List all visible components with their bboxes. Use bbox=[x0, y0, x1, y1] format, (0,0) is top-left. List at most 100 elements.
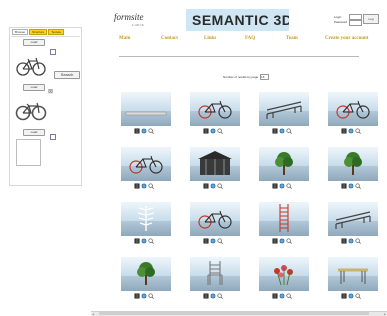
nav-faq[interactable]: FAQ bbox=[245, 36, 255, 41]
3d-view-icon[interactable] bbox=[203, 238, 209, 244]
nav-create-account[interactable]: Create your account bbox=[325, 36, 368, 41]
magnifier-icon[interactable] bbox=[355, 183, 361, 189]
magnifier-icon[interactable] bbox=[217, 293, 223, 299]
result-thumbnail[interactable] bbox=[121, 147, 171, 181]
load-button-2[interactable]: Load bbox=[23, 84, 45, 91]
result-thumbnail[interactable] bbox=[190, 92, 240, 126]
3d-view-icon[interactable] bbox=[134, 183, 140, 189]
magnifier-icon[interactable] bbox=[217, 183, 223, 189]
result-thumbnail[interactable] bbox=[328, 147, 378, 181]
close-icon[interactable]: ⊠ bbox=[48, 88, 53, 95]
result-item-bicycle[interactable] bbox=[190, 92, 240, 136]
nav-contact[interactable]: Contact bbox=[161, 36, 178, 41]
3d-view-icon[interactable] bbox=[272, 293, 278, 299]
globe-icon[interactable] bbox=[279, 128, 285, 134]
result-item-flowers[interactable] bbox=[259, 257, 309, 301]
magnifier-icon[interactable] bbox=[286, 238, 292, 244]
globe-icon[interactable] bbox=[279, 183, 285, 189]
result-thumbnail[interactable] bbox=[190, 147, 240, 181]
tab-browse[interactable]: Browse bbox=[12, 29, 29, 35]
globe-icon[interactable] bbox=[210, 293, 216, 299]
result-item-bicycle[interactable] bbox=[121, 147, 171, 191]
result-thumbnail[interactable] bbox=[328, 92, 378, 126]
globe-icon[interactable] bbox=[141, 128, 147, 134]
result-item-tree[interactable] bbox=[121, 257, 171, 301]
3d-view-icon[interactable] bbox=[341, 238, 347, 244]
result-item-fern[interactable] bbox=[121, 202, 171, 246]
magnifier-icon[interactable] bbox=[217, 238, 223, 244]
3d-view-icon[interactable] bbox=[134, 238, 140, 244]
3d-view-icon[interactable] bbox=[203, 293, 209, 299]
magnifier-icon[interactable] bbox=[286, 293, 292, 299]
3d-view-icon[interactable] bbox=[341, 293, 347, 299]
magnifier-icon[interactable] bbox=[286, 128, 292, 134]
select-checkbox-1[interactable] bbox=[50, 49, 56, 55]
result-thumbnail[interactable] bbox=[259, 92, 309, 126]
magnifier-icon[interactable] bbox=[148, 238, 154, 244]
nav-main[interactable]: Main bbox=[119, 36, 130, 41]
nav-team[interactable]: Team bbox=[286, 36, 298, 41]
result-item-table[interactable] bbox=[328, 257, 378, 301]
scroll-right-icon[interactable]: ▸ bbox=[383, 312, 387, 316]
3d-view-icon[interactable] bbox=[203, 128, 209, 134]
magnifier-icon[interactable] bbox=[286, 183, 292, 189]
result-thumbnail[interactable] bbox=[121, 202, 171, 236]
result-item-gazebo[interactable] bbox=[190, 147, 240, 191]
magnifier-icon[interactable] bbox=[355, 238, 361, 244]
3d-view-icon[interactable] bbox=[134, 293, 140, 299]
globe-icon[interactable] bbox=[348, 238, 354, 244]
result-thumbnail[interactable] bbox=[121, 92, 171, 126]
result-item-tree[interactable] bbox=[328, 147, 378, 191]
globe-icon[interactable] bbox=[210, 128, 216, 134]
nav-links[interactable]: Links bbox=[204, 36, 216, 41]
select-checkbox-3[interactable] bbox=[50, 134, 56, 140]
scroll-thumb[interactable] bbox=[99, 312, 369, 315]
3d-view-icon[interactable] bbox=[203, 183, 209, 189]
load-button-1[interactable]: Load bbox=[23, 39, 45, 46]
magnifier-icon[interactable] bbox=[355, 293, 361, 299]
search-button[interactable]: Search bbox=[54, 71, 80, 79]
3d-view-icon[interactable] bbox=[272, 238, 278, 244]
result-item-bench[interactable] bbox=[328, 202, 378, 246]
result-thumbnail[interactable] bbox=[328, 257, 378, 291]
result-item-chair[interactable] bbox=[190, 257, 240, 301]
result-thumbnail[interactable] bbox=[259, 202, 309, 236]
result-thumbnail[interactable] bbox=[259, 257, 309, 291]
site-logo[interactable]: formsite bbox=[114, 12, 144, 22]
login-button[interactable]: Log bbox=[363, 14, 379, 24]
globe-icon[interactable] bbox=[210, 238, 216, 244]
3d-view-icon[interactable] bbox=[341, 183, 347, 189]
globe-icon[interactable] bbox=[141, 293, 147, 299]
result-thumbnail[interactable] bbox=[190, 202, 240, 236]
result-item-bicycle[interactable] bbox=[328, 92, 378, 136]
result-item-board[interactable] bbox=[121, 92, 171, 136]
result-thumbnail[interactable] bbox=[121, 257, 171, 291]
result-item-tree[interactable] bbox=[259, 147, 309, 191]
password-input[interactable] bbox=[349, 20, 362, 26]
globe-icon[interactable] bbox=[348, 183, 354, 189]
result-item-ladder[interactable] bbox=[259, 202, 309, 246]
scroll-left-icon[interactable]: ◂ bbox=[91, 312, 95, 316]
magnifier-icon[interactable] bbox=[148, 128, 154, 134]
result-thumbnail[interactable] bbox=[328, 202, 378, 236]
3d-view-icon[interactable] bbox=[134, 128, 140, 134]
globe-icon[interactable] bbox=[279, 293, 285, 299]
result-thumbnail[interactable] bbox=[190, 257, 240, 291]
3d-view-icon[interactable] bbox=[272, 128, 278, 134]
magnifier-icon[interactable] bbox=[217, 128, 223, 134]
results-select[interactable]: 15 bbox=[260, 74, 270, 80]
magnifier-icon[interactable] bbox=[148, 183, 154, 189]
magnifier-icon[interactable] bbox=[148, 293, 154, 299]
globe-icon[interactable] bbox=[141, 238, 147, 244]
3d-view-icon[interactable] bbox=[341, 128, 347, 134]
tab-texture[interactable]: Texture bbox=[48, 29, 65, 35]
globe-icon[interactable] bbox=[210, 183, 216, 189]
horizontal-scrollbar[interactable]: ◂ ▸ bbox=[91, 311, 387, 316]
result-item-bicycle[interactable] bbox=[190, 202, 240, 246]
result-item-bench[interactable] bbox=[259, 92, 309, 136]
globe-icon[interactable] bbox=[348, 128, 354, 134]
globe-icon[interactable] bbox=[141, 183, 147, 189]
globe-icon[interactable] bbox=[348, 293, 354, 299]
load-button-3[interactable]: Load bbox=[23, 129, 45, 136]
result-thumbnail[interactable] bbox=[259, 147, 309, 181]
